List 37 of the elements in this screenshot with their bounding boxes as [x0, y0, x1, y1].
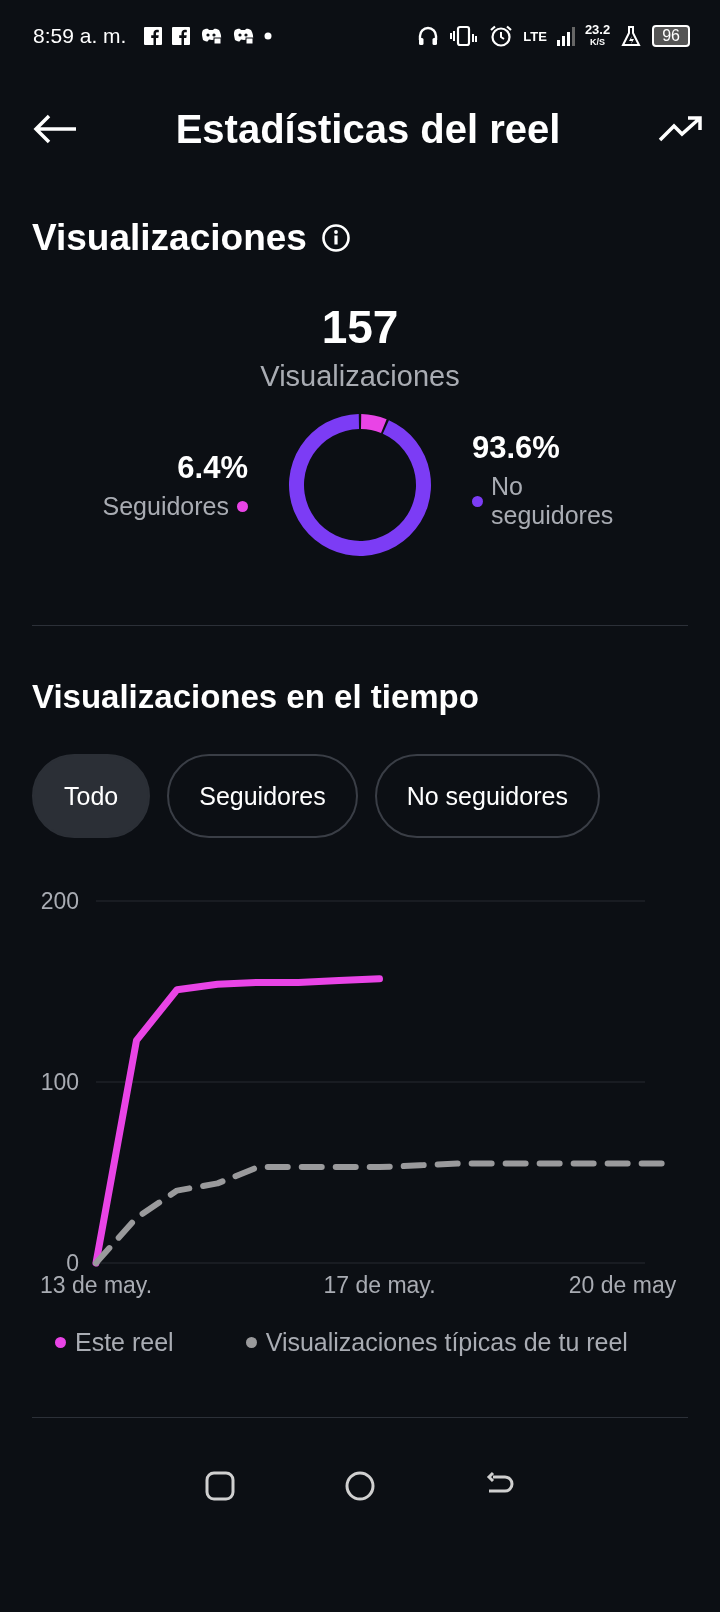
legend-label: Visualizaciones típicas de tu reel [265, 1328, 628, 1357]
legend-label: Este reel [75, 1328, 174, 1357]
axis-label: 200 [40, 888, 79, 914]
game-controller-icon [232, 27, 255, 45]
dot-icon [264, 32, 273, 40]
page-title: Estadísticas del reel [174, 106, 562, 152]
back-arrow-icon[interactable] [32, 114, 78, 144]
battery-indicator: 96 [652, 25, 690, 47]
network-speed: 23.2 K/S [584, 24, 611, 48]
info-icon[interactable] [320, 223, 351, 253]
status-time: 8:59 a. m. [33, 24, 127, 48]
filter-chip[interactable]: Todo [32, 754, 151, 838]
axis-label: 100 [40, 1069, 79, 1095]
flask-icon [620, 25, 643, 47]
percentage: 93.6% [472, 430, 560, 466]
headphones-icon [417, 25, 440, 47]
filter-chip[interactable]: No seguidores [374, 754, 600, 838]
filter-chip[interactable]: Seguidores [167, 754, 358, 838]
trending-up-icon[interactable] [658, 114, 704, 144]
section-heading: Visualizaciones [32, 217, 307, 259]
vibrate-icon [449, 25, 480, 47]
signal-icon [556, 25, 575, 47]
recent-apps-icon[interactable] [204, 1470, 236, 1502]
axis-label: 20 de may [568, 1272, 677, 1298]
axis-label: 17 de may. [323, 1272, 436, 1298]
alarm-clock-icon [489, 24, 514, 48]
total-label: Visualizaciones [259, 360, 461, 393]
facebook-icon [144, 27, 163, 45]
network-type: LTE [523, 28, 547, 44]
game-controller-icon [200, 27, 223, 45]
facebook-icon [172, 27, 191, 45]
total-count: 157 [320, 300, 400, 354]
section-heading: Visualizaciones en el tiempo [31, 677, 480, 716]
legend-label: Seguidores [102, 491, 229, 521]
legend-label: No seguidores [491, 472, 615, 530]
percentage: 6.4% [177, 449, 248, 486]
home-icon[interactable] [344, 1470, 376, 1502]
